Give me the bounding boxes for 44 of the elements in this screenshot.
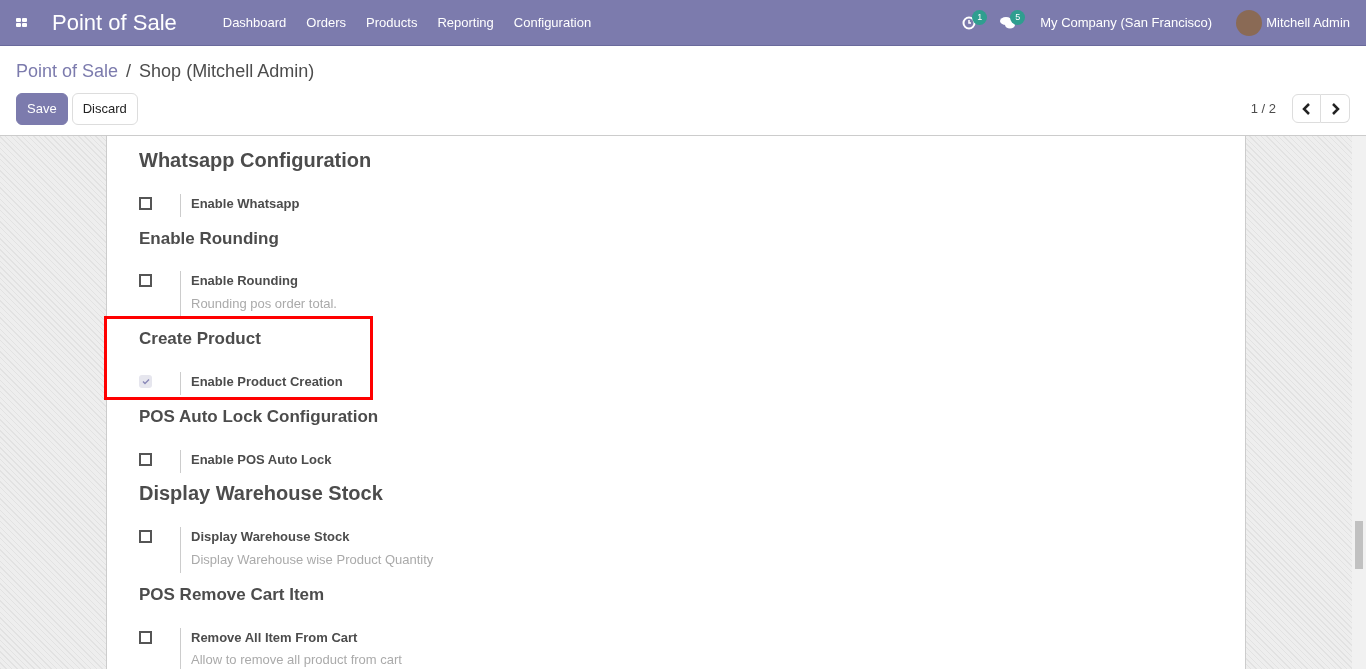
section-title: Whatsapp Configuration — [139, 147, 373, 172]
apps-menu-icon[interactable] — [16, 16, 28, 29]
activity-count: 1 — [972, 9, 988, 25]
checkbox[interactable] — [139, 274, 152, 288]
breadcrumb-current: Shop (Mitchell Admin) — [139, 61, 315, 81]
option-label: Enable POS Auto Lock — [191, 450, 332, 469]
breadcrumb-link[interactable]: Point of Sale — [16, 61, 119, 81]
breadcrumb-separator: / — [126, 61, 132, 81]
menu-item[interactable]: Dashboard — [212, 12, 297, 33]
checkbox[interactable] — [139, 196, 152, 210]
pager-counter: 1 / 2 — [1250, 100, 1276, 118]
option-label: Enable Rounding — [191, 272, 299, 291]
company-switcher[interactable]: My Company (San Francisco) — [1040, 12, 1213, 33]
option-description: Rounding pos order total. — [191, 294, 337, 313]
section-title: Display Warehouse Stock — [139, 481, 384, 506]
option-description: Display Warehouse wise Product Quantity — [191, 550, 434, 569]
checkbox[interactable] — [139, 452, 152, 466]
menu-item[interactable]: Orders — [296, 12, 357, 33]
menu-item[interactable]: Reporting — [427, 12, 504, 33]
chevron-left-icon — [1301, 102, 1312, 115]
chevron-right-icon — [1330, 102, 1340, 115]
section-title: POS Auto Lock Configuration — [139, 407, 380, 428]
discard-button[interactable]: Discard — [71, 93, 138, 125]
clock-icon[interactable] — [962, 15, 977, 30]
app-title[interactable]: Point of Sale — [52, 6, 177, 39]
next-button[interactable] — [1321, 94, 1350, 124]
scrollbar-thumb[interactable] — [1355, 520, 1363, 569]
user-avatar — [1236, 9, 1263, 36]
checkbox[interactable] — [139, 530, 152, 544]
option-label: Display Warehouse Stock — [191, 528, 351, 547]
menu-item[interactable]: Configuration — [503, 12, 602, 33]
option-description: Allow to remove all product from cart — [191, 651, 402, 669]
section-title: Create Product — [139, 329, 262, 350]
message-count: 5 — [1010, 9, 1026, 25]
option-label: Remove All Item From Cart — [191, 628, 359, 647]
save-button[interactable]: Save — [16, 93, 68, 125]
option-label: Enable Product Creation — [191, 372, 343, 391]
user-menu[interactable]: Mitchell Admin — [1266, 12, 1350, 33]
previous-button[interactable] — [1292, 94, 1321, 124]
section-title: Enable Rounding — [139, 229, 280, 250]
checkbox[interactable] — [139, 630, 152, 644]
option-label: Enable Whatsapp — [191, 194, 300, 213]
menu-item[interactable]: Products — [356, 12, 428, 33]
section-title: POS Remove Cart Item — [139, 585, 326, 606]
